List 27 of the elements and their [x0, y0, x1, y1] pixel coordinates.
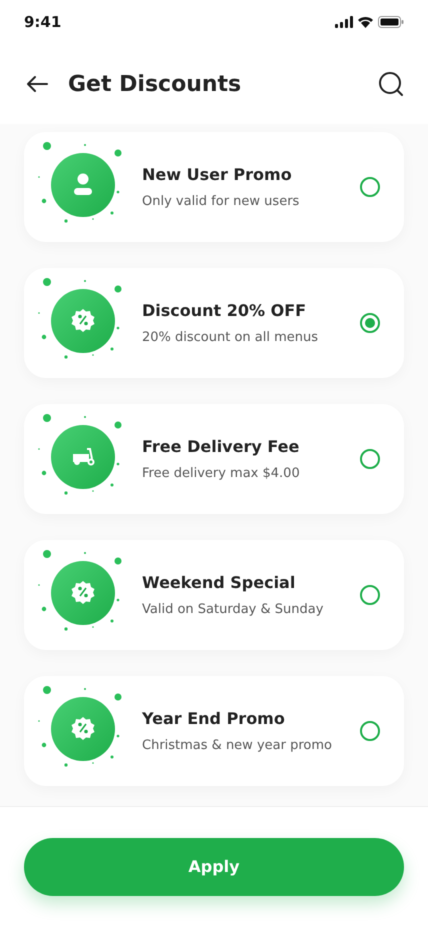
- radio-button[interactable]: [360, 449, 380, 469]
- discount-card[interactable]: Discount 20% OFF 20% discount on all menus: [24, 268, 404, 378]
- battery-icon: [378, 16, 404, 28]
- wifi-icon: [358, 16, 373, 28]
- discount-description: Christmas & new year promo: [142, 738, 333, 753]
- discount-card[interactable]: New User Promo Only valid for new users: [24, 132, 404, 242]
- radio-button[interactable]: [360, 313, 380, 333]
- page-title: Get Discounts: [68, 72, 242, 96]
- discount-description: Free delivery max $4.00: [142, 466, 301, 481]
- radio-button[interactable]: [360, 177, 380, 197]
- discount-title: Free Delivery Fee: [142, 437, 300, 456]
- radio-button[interactable]: [360, 585, 380, 605]
- discount-card[interactable]: Free Delivery Fee Free delivery max $4.00: [24, 404, 404, 514]
- discount-card[interactable]: Year End Promo Christmas & new year promo: [24, 676, 404, 786]
- discount-title: Discount 20% OFF: [142, 301, 308, 320]
- search-icon[interactable]: [378, 71, 404, 97]
- discount-description: 20% discount on all menus: [142, 330, 320, 345]
- discount-title: Year End Promo: [142, 709, 286, 728]
- signal-icon: [335, 16, 353, 28]
- discount-title: Weekend Special: [142, 573, 296, 592]
- back-arrow-icon[interactable]: [26, 75, 48, 93]
- radio-button[interactable]: [360, 721, 380, 741]
- discount-description: Valid on Saturday & Sunday: [142, 602, 324, 617]
- discount-card[interactable]: Weekend Special Valid on Saturday & Sunday: [24, 540, 404, 650]
- discount-title: New User Promo: [142, 165, 293, 184]
- status-time: 9:41: [24, 13, 62, 31]
- discount-description: Only valid for new users: [142, 194, 300, 209]
